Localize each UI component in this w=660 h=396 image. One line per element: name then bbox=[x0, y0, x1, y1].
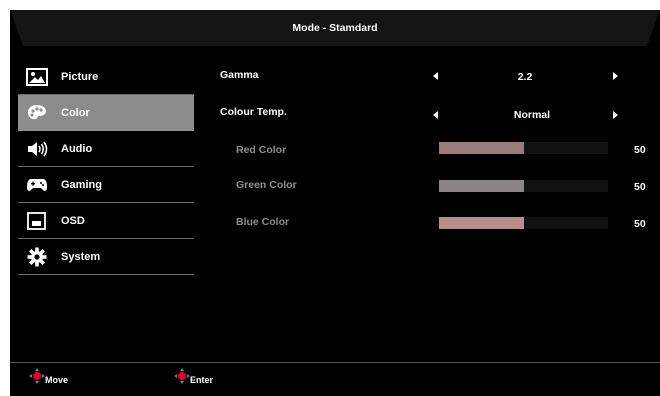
sidebar-item-system[interactable]: System bbox=[18, 239, 194, 275]
gamma-label: Gamma bbox=[220, 69, 259, 81]
dpad-enter-icon bbox=[174, 368, 190, 384]
green-color-value: 50 bbox=[634, 181, 646, 193]
footer-divider bbox=[10, 362, 660, 363]
sidebar-item-label: Gaming bbox=[61, 179, 102, 191]
page-title: Mode - Stamdard bbox=[292, 22, 378, 34]
gamepad-icon bbox=[26, 175, 48, 195]
red-color-slider-fill bbox=[439, 142, 524, 154]
blue-color-slider-fill bbox=[439, 217, 524, 229]
blue-color-value: 50 bbox=[634, 218, 646, 230]
gamma-increase-arrow-icon[interactable] bbox=[613, 72, 618, 80]
blue-color-label: Blue Color bbox=[236, 216, 290, 228]
title-bar: Mode - Stamdard bbox=[10, 10, 660, 46]
sidebar-item-color[interactable]: Color bbox=[18, 95, 194, 131]
gamma-decrease-arrow-icon[interactable] bbox=[433, 72, 438, 80]
red-color-slider[interactable] bbox=[439, 142, 608, 154]
speaker-icon bbox=[26, 139, 48, 159]
gear-icon bbox=[26, 247, 48, 267]
sidebar-item-label: OSD bbox=[61, 215, 85, 227]
sidebar-item-label: Audio bbox=[61, 143, 93, 155]
sidebar-item-gaming[interactable]: Gaming bbox=[18, 167, 194, 203]
gamma-value: 2.2 bbox=[517, 71, 533, 83]
red-color-value: 50 bbox=[634, 144, 646, 156]
colour-temp-value: Normal bbox=[513, 109, 551, 121]
red-color-label: Red Color bbox=[236, 144, 287, 156]
sidebar-item-audio[interactable]: Audio bbox=[18, 131, 194, 167]
green-color-slider[interactable] bbox=[439, 180, 608, 192]
green-color-slider-fill bbox=[439, 180, 524, 192]
colour-temp-increase-arrow-icon[interactable] bbox=[613, 111, 618, 119]
dpad-move-icon bbox=[29, 368, 45, 384]
footer-enter-label: Enter bbox=[190, 375, 214, 385]
colour-temp-decrease-arrow-icon[interactable] bbox=[433, 111, 438, 119]
blue-color-slider[interactable] bbox=[439, 217, 608, 229]
osd-menu: Mode - Stamdard Picture Color Audio Gami… bbox=[10, 10, 660, 396]
picture-icon bbox=[26, 67, 48, 87]
osd-window-icon bbox=[26, 211, 48, 231]
sidebar-item-label: System bbox=[61, 251, 101, 263]
sidebar-item-osd[interactable]: OSD bbox=[18, 203, 194, 239]
colour-temp-label: Colour Temp. bbox=[220, 106, 287, 118]
footer-move-label: Move bbox=[45, 375, 69, 385]
green-color-label: Green Color bbox=[236, 179, 297, 191]
sidebar-item-label: Picture bbox=[61, 71, 99, 83]
palette-icon bbox=[26, 103, 48, 123]
sidebar-item-label: Color bbox=[61, 107, 90, 119]
sidebar-item-picture[interactable]: Picture bbox=[18, 59, 194, 95]
